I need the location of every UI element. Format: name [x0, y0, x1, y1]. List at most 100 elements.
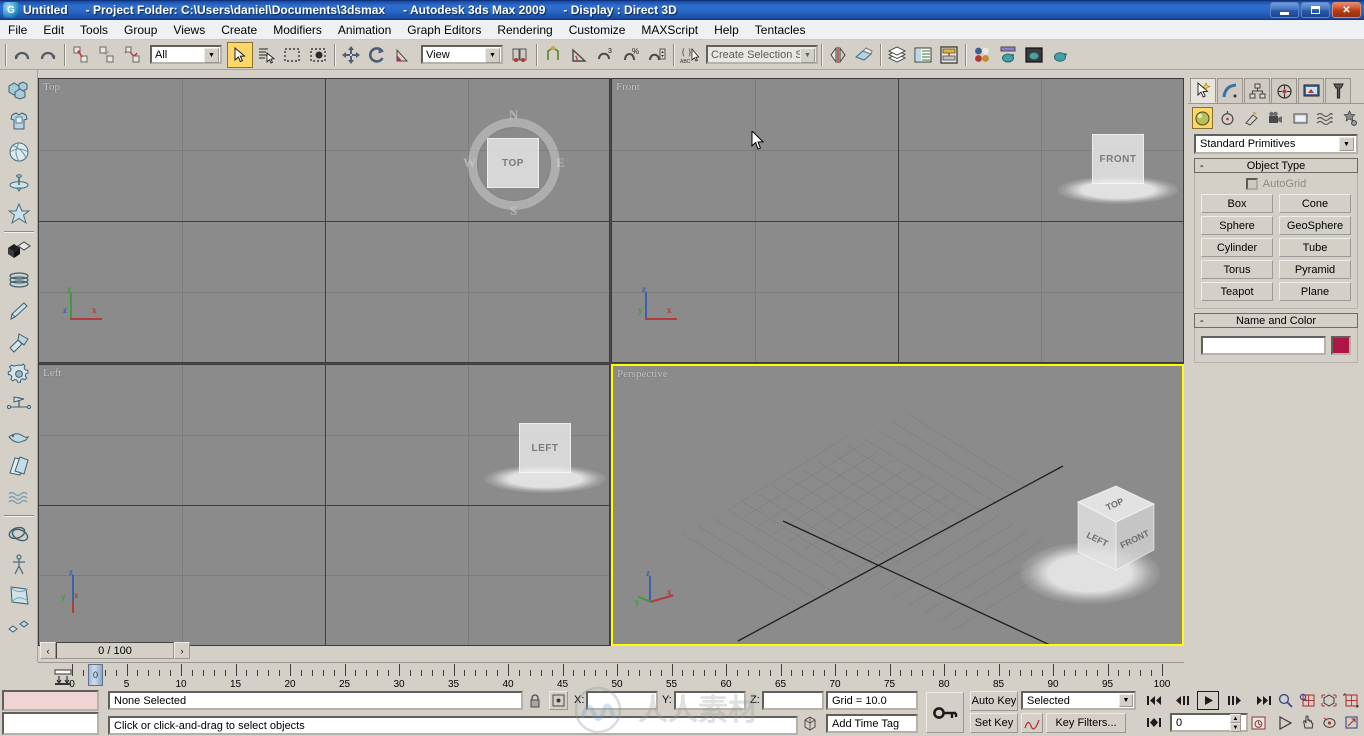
- boxes-icon[interactable]: [3, 74, 35, 105]
- z-coordinate-field[interactable]: [762, 691, 824, 710]
- set-key-filters-curve-icon[interactable]: [1021, 713, 1043, 733]
- reference-coordinate-system-dropdown[interactable]: View ▼: [421, 45, 503, 64]
- menu-customize[interactable]: Customize: [561, 21, 634, 39]
- create-tube-button[interactable]: Tube: [1279, 238, 1351, 257]
- spinning-top-icon[interactable]: [3, 167, 35, 198]
- next-frame-arrow[interactable]: ›: [174, 642, 190, 659]
- create-torus-button[interactable]: Torus: [1201, 260, 1273, 279]
- named-selection-set-dropdown[interactable]: Create Selection Set ▼: [706, 45, 818, 64]
- torus-knot-icon[interactable]: [3, 518, 35, 549]
- rendered-frame-window-icon[interactable]: [1021, 42, 1047, 68]
- papers-icon[interactable]: [3, 451, 35, 482]
- time-tag-icon[interactable]: [800, 713, 819, 733]
- viewcube-left[interactable]: LEFT: [484, 423, 606, 493]
- biped-icon[interactable]: [3, 549, 35, 580]
- absolute-relative-transform-icon[interactable]: [549, 691, 568, 710]
- menu-modifiers[interactable]: Modifiers: [265, 21, 330, 39]
- select-and-rotate-icon[interactable]: [364, 42, 390, 68]
- layer-manager-icon[interactable]: [884, 42, 910, 68]
- rollout-header-name-and-color[interactable]: - Name and Color: [1194, 313, 1358, 328]
- weathervane-icon[interactable]: [3, 389, 35, 420]
- x-coordinate-field[interactable]: [586, 691, 658, 710]
- viewport-top[interactable]: Top N E S W TOP y x z: [38, 78, 610, 363]
- undo-icon[interactable]: [9, 42, 35, 68]
- percent-snap-toggle-icon[interactable]: %: [618, 42, 644, 68]
- menu-create[interactable]: Create: [213, 21, 265, 39]
- menu-tentacles[interactable]: Tentacles: [747, 21, 814, 39]
- viewport-left[interactable]: Left LEFT z x y: [38, 364, 610, 646]
- create-teapot-button[interactable]: Teapot: [1201, 282, 1273, 301]
- coil-stack-icon[interactable]: [3, 265, 35, 296]
- render-setup-icon[interactable]: [995, 42, 1021, 68]
- set-key-button[interactable]: Set Key: [970, 713, 1018, 733]
- key-mode-toggle-icon[interactable]: [1143, 713, 1165, 732]
- hammer-tool-icon[interactable]: [3, 327, 35, 358]
- create-cone-button[interactable]: Cone: [1279, 194, 1351, 213]
- arc-rotate-icon[interactable]: [1318, 713, 1340, 732]
- beachball-icon[interactable]: [3, 136, 35, 167]
- angle-snap-toggle-icon[interactable]: [566, 42, 592, 68]
- menu-rendering[interactable]: Rendering: [489, 21, 560, 39]
- go-to-end-icon[interactable]: [1253, 691, 1275, 710]
- snaps-cube-icon[interactable]: 3: [592, 42, 618, 68]
- time-slider-handle[interactable]: 0: [88, 664, 103, 686]
- viewcube-face-left[interactable]: LEFT: [519, 423, 571, 473]
- star-figure-icon[interactable]: [3, 198, 35, 229]
- track-view-key-icon[interactable]: [50, 664, 76, 690]
- select-object-icon[interactable]: [227, 41, 253, 68]
- menu-tools[interactable]: Tools: [72, 21, 116, 39]
- chevron-down-icon[interactable]: ▼: [1119, 694, 1133, 707]
- tab-hierarchy[interactable]: [1244, 78, 1270, 103]
- gear-icon[interactable]: [3, 358, 35, 389]
- y-coordinate-field[interactable]: [674, 691, 746, 710]
- minimize-button[interactable]: [1270, 2, 1299, 18]
- select-and-move-icon[interactable]: [338, 42, 364, 68]
- current-frame-display[interactable]: 0 / 100: [56, 642, 174, 659]
- snaps-toggle-icon[interactable]: [540, 42, 566, 68]
- viewcube-front[interactable]: FRONT: [1057, 134, 1179, 204]
- zoom-all-icon[interactable]: [1296, 691, 1318, 710]
- viewcube-face-top[interactable]: TOP: [487, 138, 539, 188]
- tshirt-icon[interactable]: [3, 105, 35, 136]
- create-cylinder-button[interactable]: Cylinder: [1201, 238, 1273, 257]
- create-plane-button[interactable]: Plane: [1279, 282, 1351, 301]
- pen-icon[interactable]: [3, 296, 35, 327]
- category-cameras-button[interactable]: [1265, 107, 1286, 129]
- maxscript-mini-listener-pink[interactable]: [2, 690, 99, 711]
- tab-motion[interactable]: [1271, 78, 1297, 103]
- material-editor-icon[interactable]: [969, 42, 995, 68]
- schematic-view-icon[interactable]: [936, 42, 962, 68]
- tab-create[interactable]: [1190, 78, 1216, 103]
- spinner-snap-toggle-icon[interactable]: [644, 42, 670, 68]
- play-animation-icon[interactable]: [1197, 691, 1219, 710]
- menu-group[interactable]: Group: [116, 21, 165, 39]
- close-button[interactable]: ✕: [1332, 2, 1361, 18]
- menu-views[interactable]: Views: [165, 21, 213, 39]
- category-space-warps-button[interactable]: [1314, 107, 1335, 129]
- object-category-dropdown[interactable]: Standard Primitives ▼: [1194, 134, 1358, 154]
- key-filters-button[interactable]: Key Filters...: [1046, 713, 1126, 733]
- key-mode-toggle-button[interactable]: [926, 692, 964, 733]
- menu-file[interactable]: File: [0, 21, 35, 39]
- checker-blocks-icon[interactable]: [3, 234, 35, 265]
- viewcube-perspective[interactable]: TOP LEFT FRONT: [1008, 484, 1168, 614]
- create-pyramid-button[interactable]: Pyramid: [1279, 260, 1351, 279]
- autogrid-checkbox[interactable]: [1245, 178, 1258, 190]
- menu-edit[interactable]: Edit: [35, 21, 72, 39]
- edit-named-selection-sets-icon[interactable]: { } ABC: [677, 42, 703, 68]
- align-icon[interactable]: [851, 42, 877, 68]
- viewcube-face-front[interactable]: FRONT: [1092, 134, 1144, 184]
- viewport-front[interactable]: Front FRONT z x y: [611, 78, 1184, 363]
- waves-icon[interactable]: [3, 482, 35, 513]
- selected-object-dropdown[interactable]: Selected ▼: [1021, 691, 1136, 710]
- maximize-button[interactable]: [1301, 2, 1330, 18]
- redo-icon[interactable]: [35, 42, 61, 68]
- zoom-extents-icon[interactable]: [1318, 691, 1340, 710]
- tab-utilities[interactable]: [1325, 78, 1351, 103]
- select-by-name-icon[interactable]: [253, 42, 279, 68]
- viewcube-top[interactable]: N E S W TOP: [459, 107, 569, 219]
- spinner-icon[interactable]: ▲ ▼: [1230, 714, 1241, 732]
- auto-key-button[interactable]: Auto Key: [970, 691, 1018, 711]
- scatter-cubes-icon[interactable]: [3, 611, 35, 642]
- zoom-extents-all-icon[interactable]: [1340, 691, 1362, 710]
